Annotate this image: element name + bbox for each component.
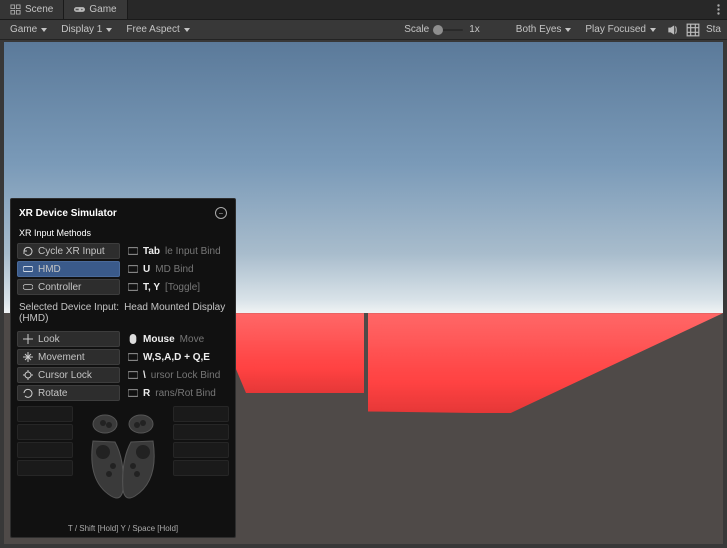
game-toolbar: Game Display 1 Free Aspect Scale 1x Both… — [0, 20, 727, 40]
chevron-down-icon — [565, 28, 571, 32]
mouse-row: MouseMove — [126, 331, 229, 347]
mouse-icon — [128, 334, 138, 344]
ty-bind-row: T, Y[Toggle] — [126, 279, 229, 295]
left-dim-2[interactable] — [17, 442, 73, 458]
lock-bind-row: \ursor Lock Bind — [126, 367, 229, 383]
tab-scene-label: Scene — [25, 4, 53, 15]
collapse-icon[interactable]: – — [215, 207, 227, 219]
chevron-down-icon — [41, 28, 47, 32]
right-dim-2[interactable] — [173, 442, 229, 458]
tab-bind-row: Table Input Bind — [126, 243, 229, 259]
hmd-icon — [23, 264, 33, 274]
display-dropdown[interactable]: Display 1 — [57, 21, 116, 39]
right-dim-1[interactable] — [173, 424, 229, 440]
u-bind-row: UMD Bind — [126, 261, 229, 277]
keyboard-icon — [128, 264, 138, 274]
stats-label: Sta — [706, 24, 721, 35]
right-dim-3[interactable] — [173, 460, 229, 476]
controllers-icon — [73, 406, 173, 506]
keyboard-icon — [128, 352, 138, 362]
camera-dropdown-label: Game — [10, 24, 37, 35]
scale-label: Scale — [404, 24, 429, 35]
slider-knob[interactable] — [433, 25, 443, 35]
chevron-down-icon — [106, 28, 112, 32]
section-input-methods: XR Input Methods — [17, 228, 229, 238]
play-dropdown-label: Play Focused — [585, 24, 646, 35]
xr-panel-title: XR Device Simulator — [19, 208, 117, 219]
grid-icon — [10, 4, 21, 15]
scale-slider[interactable] — [435, 29, 463, 31]
camera-dropdown[interactable]: Game — [6, 21, 51, 39]
tab-menu[interactable] — [709, 0, 727, 19]
tab-bar: Scene Game — [0, 0, 727, 20]
keyboard-icon — [128, 388, 138, 398]
scale-value: 1x — [469, 24, 480, 35]
aspect-dropdown[interactable]: Free Aspect — [122, 21, 193, 39]
cycle-xr-input-button[interactable]: Cycle XR Input — [17, 243, 120, 259]
speaker-icon — [666, 23, 680, 37]
keyboard-icon — [128, 282, 138, 292]
tab-game-label: Game — [89, 4, 116, 15]
chevron-down-icon — [184, 28, 190, 32]
left-dim-3[interactable] — [17, 460, 73, 476]
controller-icon — [23, 282, 33, 292]
move-icon — [23, 334, 33, 344]
xr-simulator-panel[interactable]: XR Device Simulator – XR Input Methods C… — [10, 198, 236, 538]
audio-toggle[interactable] — [666, 23, 680, 37]
left-dim-0[interactable] — [17, 406, 73, 422]
grid-icon — [686, 23, 700, 37]
controller-button[interactable]: Controller — [17, 279, 120, 295]
cycle-icon — [23, 246, 33, 256]
gamepad-icon — [74, 4, 85, 15]
tab-game[interactable]: Game — [64, 0, 127, 19]
xr-footer: T / Shift [Hold] Y / Space [Hold] — [17, 523, 229, 533]
chevron-down-icon — [650, 28, 656, 32]
right-dim-0[interactable] — [173, 406, 229, 422]
game-viewport[interactable]: XR Device Simulator – XR Input Methods C… — [4, 42, 723, 544]
keyboard-icon — [128, 370, 138, 380]
play-dropdown[interactable]: Play Focused — [581, 21, 660, 39]
aspect-dropdown-label: Free Aspect — [126, 24, 179, 35]
selected-device-input: Selected Device Input: Head Mounted Disp… — [17, 300, 229, 326]
sky — [364, 42, 724, 313]
rotate-icon — [23, 388, 33, 398]
wsad-row: W,S,A,D + Q,E — [126, 349, 229, 365]
controller-diagram — [17, 406, 229, 518]
kebab-icon — [717, 4, 720, 15]
display-dropdown-label: Display 1 — [61, 24, 102, 35]
cursor-lock-button[interactable]: Cursor Lock — [17, 367, 120, 383]
gizmos-toggle[interactable] — [686, 23, 700, 37]
eyes-dropdown[interactable]: Both Eyes — [512, 21, 576, 39]
keyboard-icon — [128, 246, 138, 256]
look-button[interactable]: Look — [17, 331, 120, 347]
tab-scene[interactable]: Scene — [0, 0, 64, 19]
rotate-button[interactable]: Rotate — [17, 385, 120, 401]
hmd-button[interactable]: HMD — [17, 261, 120, 277]
r-bind-row: Rrans/Rot Bind — [126, 385, 229, 401]
movement-button[interactable]: Movement — [17, 349, 120, 365]
move-icon — [23, 352, 33, 362]
left-dim-1[interactable] — [17, 424, 73, 440]
right-eye — [364, 42, 724, 544]
eyes-dropdown-label: Both Eyes — [516, 24, 562, 35]
target-icon — [23, 370, 33, 380]
tab-spacer — [128, 0, 709, 19]
